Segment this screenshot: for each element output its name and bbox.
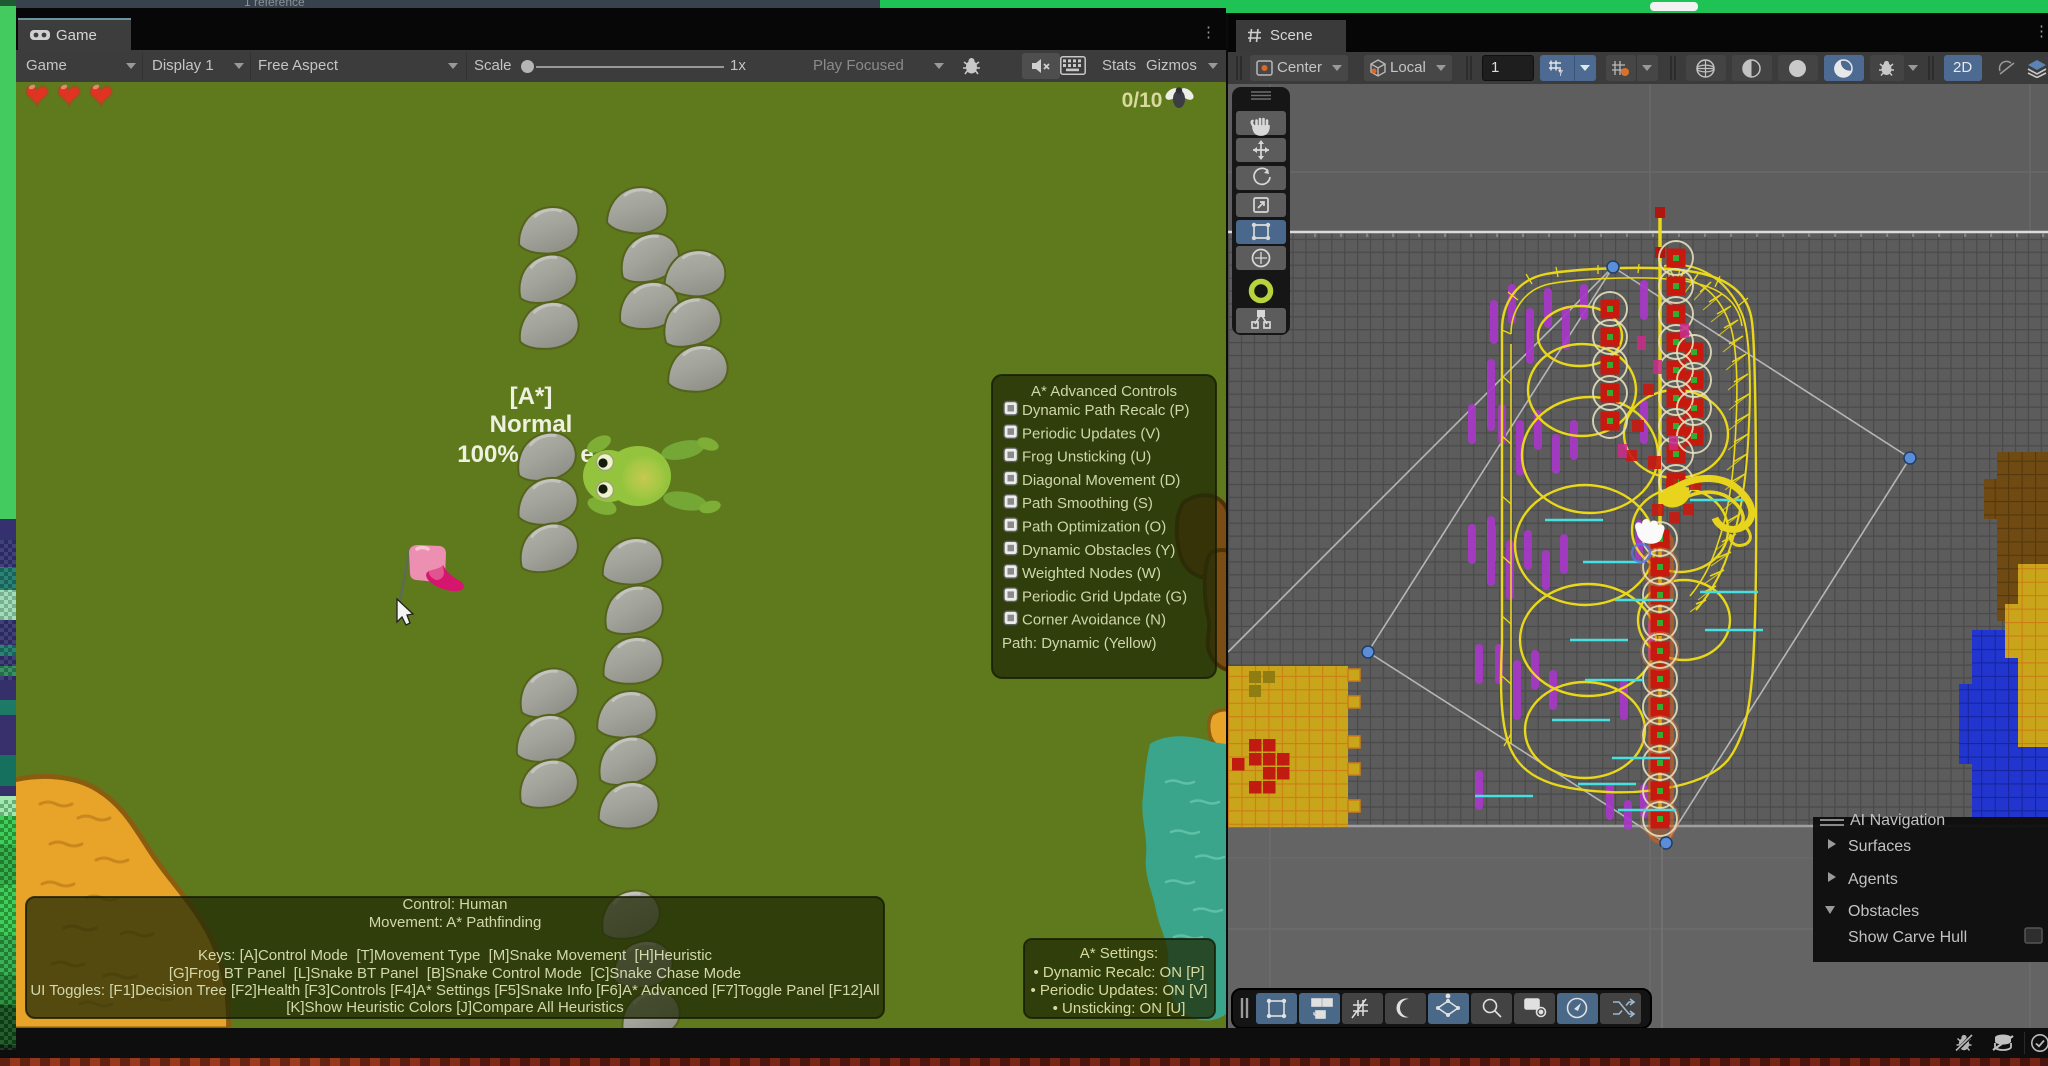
svg-text:[A*]: [A*] (510, 383, 553, 410)
svg-text:Movement: A* Pathfinding: Movement: A* Pathfinding (369, 914, 542, 931)
svg-text:Frog Unsticking (U): Frog Unsticking (U) (1022, 449, 1151, 466)
svg-text:[G]Frog BT Panel [L]Snake BT: [G]Frog BT Panel [L]Snake BT Panel [B]Sn… (169, 965, 741, 982)
svg-text:Dynamic Obstacles (Y): Dynamic Obstacles (Y) (1022, 542, 1175, 559)
svg-text:Path Smoothing (S): Path Smoothing (S) (1022, 495, 1153, 512)
svg-text:UI Toggles: [F1]Decision Tree: UI Toggles: [F1]Decision Tree [F2]Health… (30, 982, 879, 999)
svg-text:100%: 100% (457, 441, 518, 468)
svg-text:• Unsticking: ON [U]: • Unsticking: ON [U] (1053, 1000, 1186, 1017)
svg-text:A* Advanced Controls: A* Advanced Controls (1031, 383, 1177, 400)
svg-text:Periodic Grid Update (G): Periodic Grid Update (G) (1022, 588, 1187, 605)
svg-text:Surfaces: Surfaces (1848, 838, 1911, 855)
svg-text:Path Optimization (O): Path Optimization (O) (1022, 519, 1166, 536)
svg-text:• Dynamic Recalc: ON [P]: • Dynamic Recalc: ON [P] (1033, 964, 1204, 981)
svg-text:Keys: [A]Control Mode [T]Move: Keys: [A]Control Mode [T]Movement Type [… (198, 947, 713, 964)
svg-text:Obstacles: Obstacles (1848, 903, 1919, 920)
svg-text:Dynamic Path Recalc (P): Dynamic Path Recalc (P) (1022, 402, 1190, 419)
svg-text:0/10: 0/10 (1122, 89, 1163, 112)
svg-text:Weighted Nodes (W): Weighted Nodes (W) (1022, 565, 1161, 582)
svg-text:Periodic Updates (V): Periodic Updates (V) (1022, 425, 1160, 442)
svg-text:Control: Human: Control: Human (402, 896, 507, 913)
svg-text:Path: Dynamic (Yellow): Path: Dynamic (Yellow) (1002, 635, 1157, 652)
svg-text:• Periodic Updates: ON [V]: • Periodic Updates: ON [V] (1031, 982, 1208, 999)
svg-text:Agents: Agents (1848, 871, 1898, 888)
svg-text:Corner Avoidance (N): Corner Avoidance (N) (1022, 612, 1166, 629)
svg-text:AI Navigation: AI Navigation (1850, 812, 1945, 829)
svg-text:A* Settings:: A* Settings: (1080, 945, 1158, 962)
svg-text:Show Carve Hull: Show Carve Hull (1848, 929, 1967, 946)
svg-text:Y: Y (1558, 69, 1564, 77)
svg-text:[K]Show Heuristic Colors [J]Co: [K]Show Heuristic Colors [J]Compare All … (286, 999, 624, 1016)
svg-text:Diagonal Movement (D): Diagonal Movement (D) (1022, 472, 1180, 489)
